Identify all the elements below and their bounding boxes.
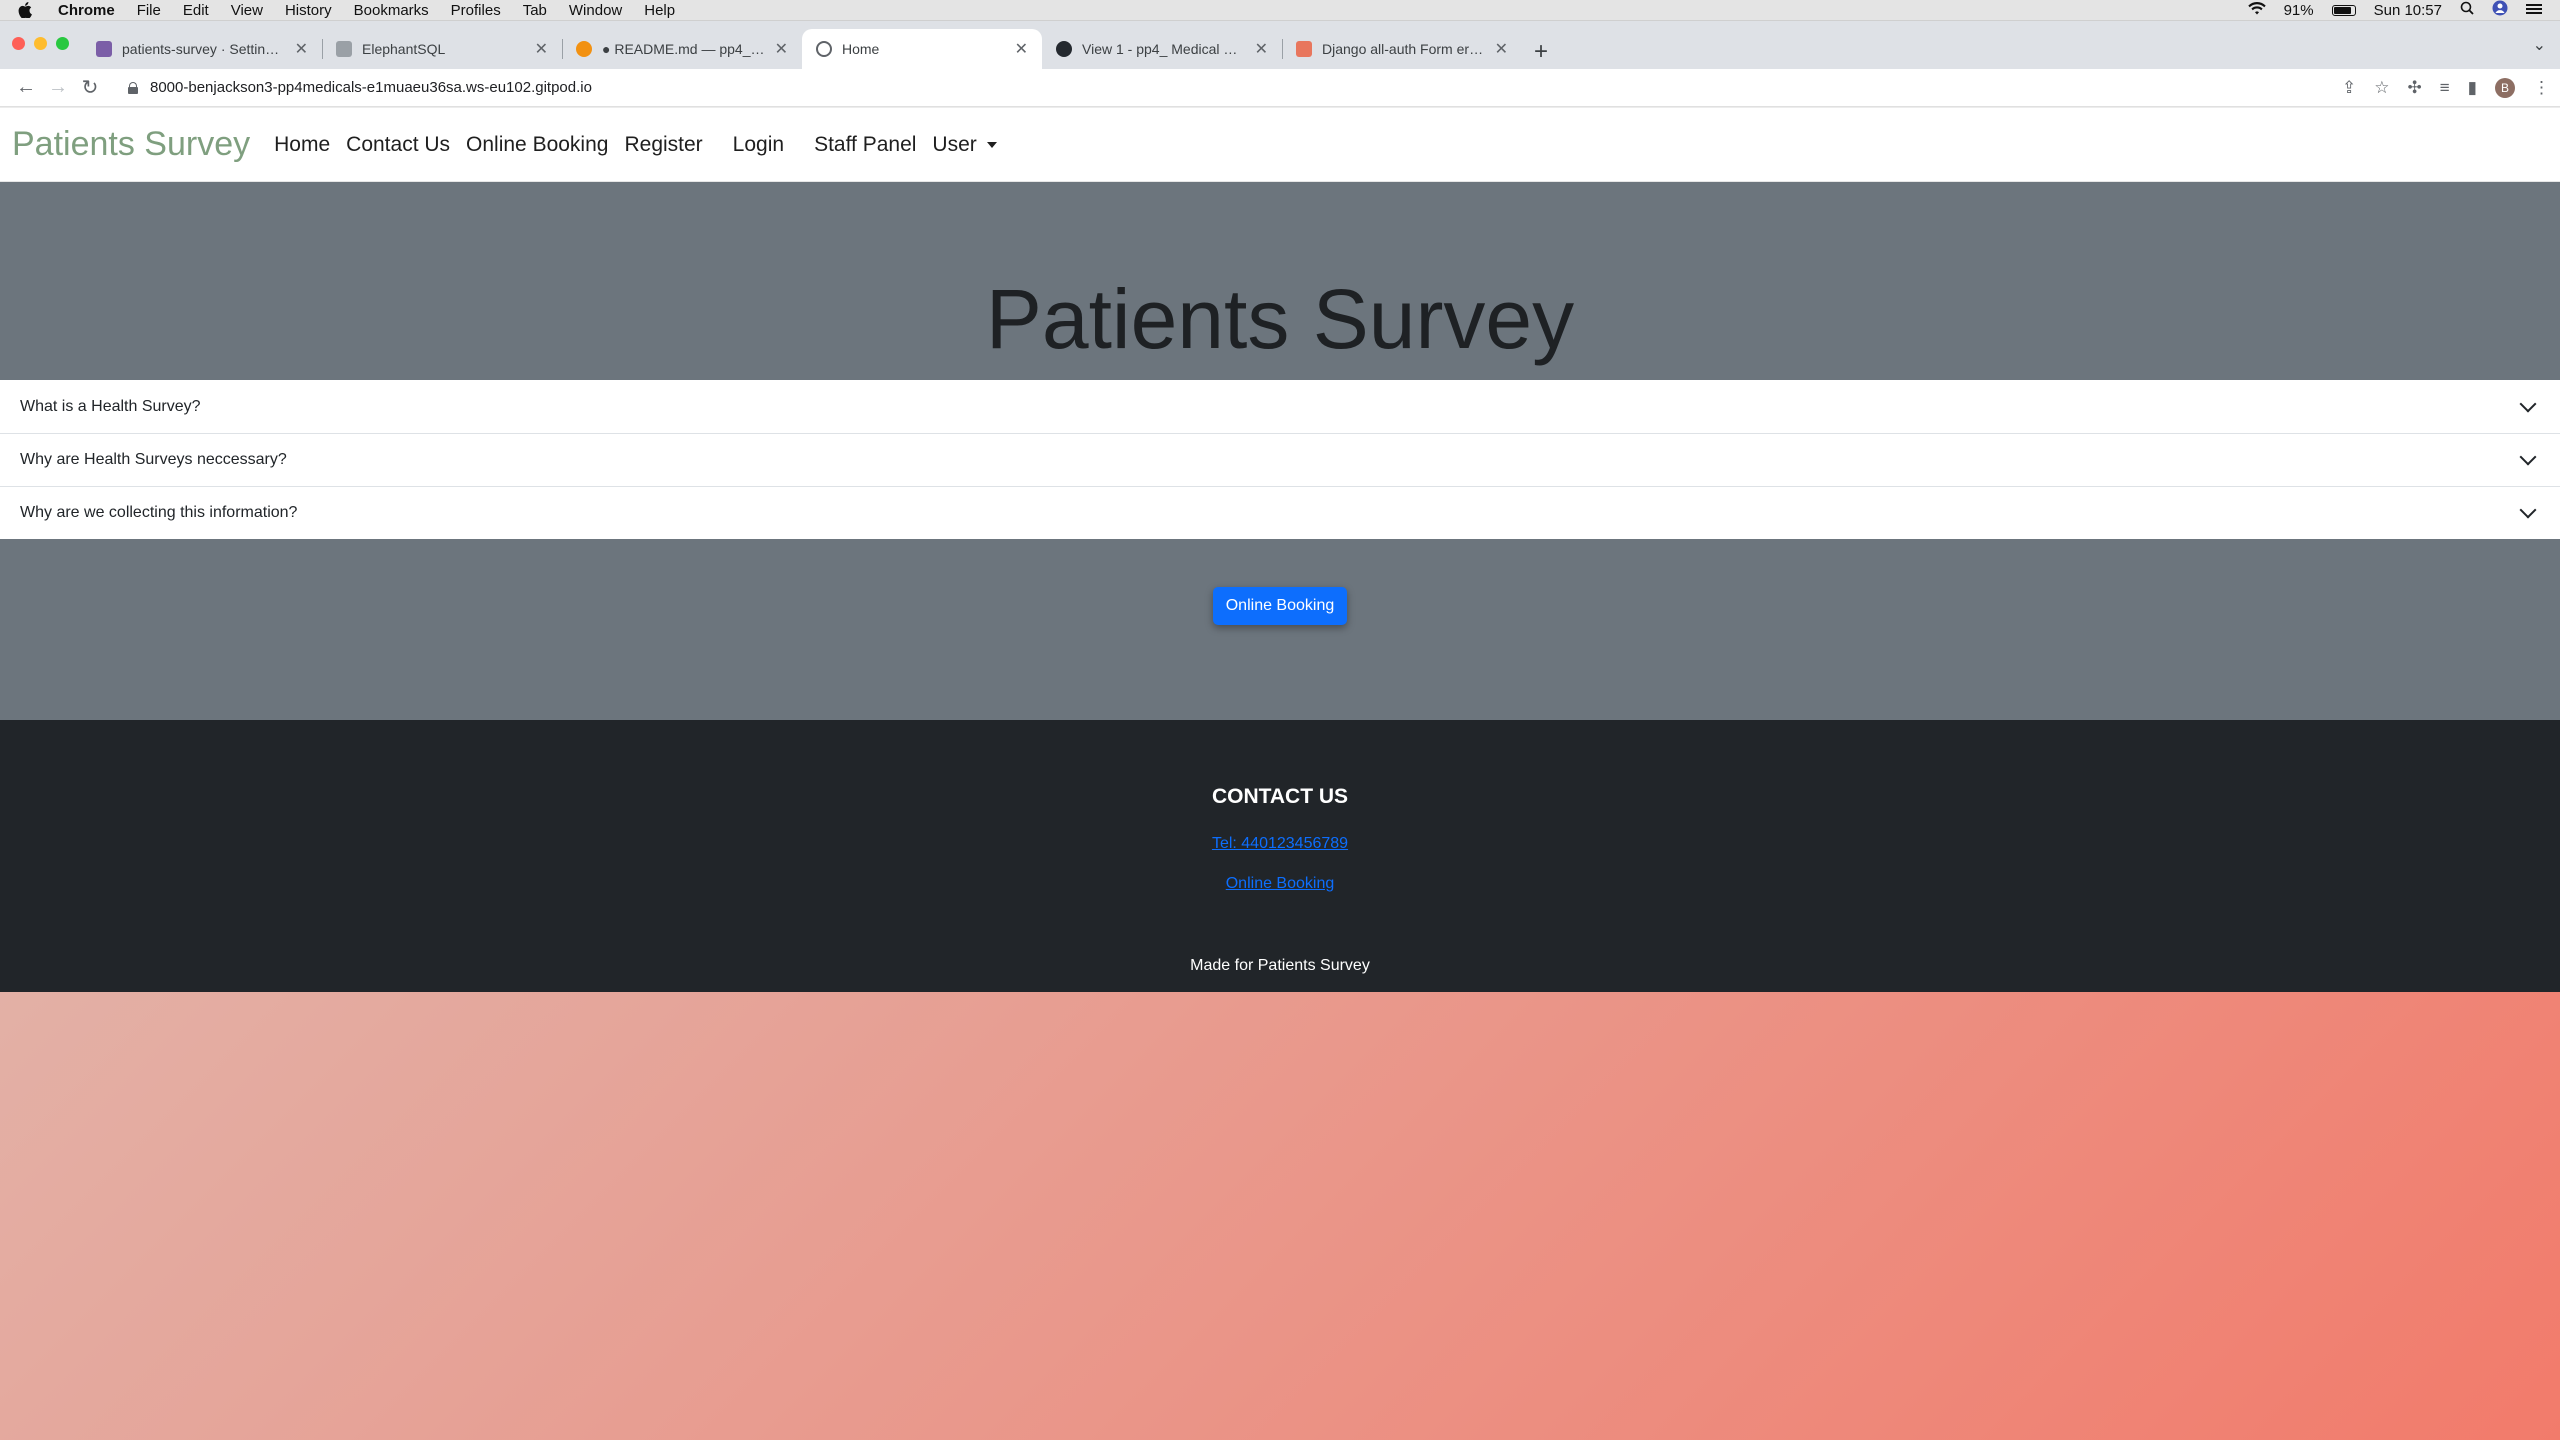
- tab-search-chevron-icon[interactable]: ⌄: [2533, 35, 2546, 55]
- heroku-favicon-icon: [96, 41, 112, 57]
- tab-list: patients-survey · Settings | He ✕ Elepha…: [82, 29, 1548, 69]
- stackoverflow-favicon-icon: [1296, 41, 1312, 57]
- profile-avatar[interactable]: B: [2495, 77, 2515, 98]
- side-panel-icon[interactable]: ▮: [2468, 78, 2477, 98]
- reload-icon[interactable]: ↻: [74, 75, 106, 100]
- online-booking-button[interactable]: Online Booking: [1212, 587, 1348, 625]
- zoom-window-button[interactable]: [56, 37, 69, 50]
- battery-percent: 91%: [2283, 1, 2314, 19]
- tab-title: View 1 - pp4_ Medical Survey: [1082, 41, 1247, 57]
- nav-home[interactable]: Home: [274, 133, 330, 157]
- tab-github[interactable]: View 1 - pp4_ Medical Survey ✕: [1042, 29, 1282, 69]
- faq-accordion: What is a Health Survey? Why are Health …: [0, 380, 2560, 539]
- back-arrow-icon[interactable]: ←: [10, 76, 42, 99]
- menu-file[interactable]: File: [137, 2, 161, 19]
- extensions-puzzle-icon[interactable]: ✣: [2407, 78, 2421, 98]
- forward-arrow-icon[interactable]: →: [42, 76, 74, 99]
- close-tab-icon[interactable]: ✕: [295, 39, 308, 59]
- footer-heading: CONTACT US: [1211, 785, 1349, 808]
- footer-booking-link[interactable]: Online Booking: [1226, 875, 1335, 893]
- tab-title: Home: [842, 41, 880, 57]
- close-tab-icon[interactable]: ✕: [1495, 39, 1508, 59]
- accordion-question: Why are Health Surveys neccessary?: [20, 451, 287, 468]
- clock[interactable]: Sun 10:57: [2374, 2, 2442, 19]
- tab-readme[interactable]: ● README.md — pp4_medica ✕: [562, 29, 802, 69]
- minimize-window-button[interactable]: [34, 37, 47, 50]
- nav-staff-panel[interactable]: Staff Panel: [814, 133, 916, 157]
- bookmark-star-icon[interactable]: ☆: [2374, 78, 2389, 98]
- page-viewport: Patients Survey Home Contact Us Online B…: [0, 108, 2560, 1440]
- caret-down-icon: [986, 141, 997, 148]
- tab-heroku-settings[interactable]: patients-survey · Settings | He ✕: [82, 29, 322, 69]
- accordion-question: What is a Health Survey?: [20, 397, 201, 415]
- tab-home[interactable]: Home ✕: [802, 29, 1042, 69]
- gitpod-favicon-icon: [576, 41, 592, 57]
- close-tab-icon[interactable]: ✕: [1255, 39, 1268, 59]
- chevron-down-icon: [2519, 395, 2537, 412]
- accordion-item-why-collecting[interactable]: Why are we collecting this information?: [0, 486, 2560, 539]
- close-tab-icon[interactable]: ✕: [775, 39, 788, 59]
- spotlight-search-icon[interactable]: [2460, 1, 2474, 19]
- menu-view[interactable]: View: [231, 2, 263, 19]
- lock-icon[interactable]: [128, 81, 138, 94]
- reading-list-icon[interactable]: ≡: [2440, 78, 2450, 98]
- site-footer: CONTACT US Tel: 440123456789 Online Book…: [0, 720, 2560, 992]
- menu-edit[interactable]: Edit: [183, 2, 209, 19]
- address-bar[interactable]: 8000-benjackson3-pp4medicals-e1muaeu36sa…: [116, 72, 2334, 103]
- user-switcher-icon[interactable]: [2492, 0, 2508, 20]
- menu-app-name[interactable]: Chrome: [58, 2, 115, 19]
- site-brand[interactable]: Patients Survey: [12, 125, 250, 164]
- github-favicon-icon: [1056, 41, 1072, 57]
- more-menu-icon[interactable]: ⋮: [2533, 78, 2550, 98]
- tab-title: Django all-auth Form errors no: [1322, 41, 1487, 57]
- globe-icon: [816, 41, 832, 57]
- nav-online-booking[interactable]: Online Booking: [466, 133, 608, 157]
- tab-title: ● README.md — pp4_medica: [602, 41, 767, 57]
- accordion-question: Why are we collecting this information?: [20, 504, 298, 521]
- toolbar-icons: ⇪ ☆ ✣ ≡ ▮ B ⋮: [2342, 77, 2550, 98]
- wifi-icon[interactable]: [2247, 1, 2266, 19]
- nav-register[interactable]: Register: [624, 133, 702, 157]
- footer-phone-link[interactable]: Tel: 440123456789: [1212, 835, 1348, 853]
- tab-elephantsql[interactable]: ElephantSQL ✕: [322, 29, 562, 69]
- user-dropdown-label: User: [932, 132, 977, 156]
- menu-tab[interactable]: Tab: [523, 2, 547, 19]
- new-tab-button[interactable]: +: [1534, 32, 1548, 66]
- tab-title: ElephantSQL: [362, 41, 446, 57]
- accordion-item-what-is[interactable]: What is a Health Survey?: [0, 380, 2560, 433]
- share-icon[interactable]: ⇪: [2342, 78, 2356, 98]
- url-text[interactable]: 8000-benjackson3-pp4medicals-e1muaeu36sa…: [150, 79, 592, 96]
- user-dropdown[interactable]: User: [932, 132, 997, 157]
- menu-profiles[interactable]: Profiles: [451, 2, 501, 19]
- window-controls: [12, 37, 69, 50]
- footer-credit: Made for Patients Survey: [1190, 957, 1370, 974]
- hero-section: Patients Survey: [0, 182, 2560, 380]
- nav-login[interactable]: Login: [733, 133, 784, 157]
- booking-section: Online Booking: [0, 539, 2560, 720]
- accordion-item-why-necessary[interactable]: Why are Health Surveys neccessary?: [0, 433, 2560, 486]
- page-title: Patients Survey: [985, 272, 1575, 366]
- close-tab-icon[interactable]: ✕: [1015, 39, 1028, 59]
- menu-bookmarks[interactable]: Bookmarks: [354, 2, 429, 19]
- battery-icon[interactable]: [2331, 4, 2356, 16]
- apple-icon[interactable]: [18, 2, 32, 19]
- browser-toolbar: ← → ↻ 8000-benjackson3-pp4medicals-e1mua…: [0, 69, 2560, 107]
- chevron-down-icon: [2519, 448, 2537, 466]
- chevron-down-icon: [2519, 501, 2537, 519]
- menu-window[interactable]: Window: [569, 2, 622, 19]
- tab-title: patients-survey · Settings | He: [122, 41, 287, 57]
- control-center-icon[interactable]: [2526, 2, 2542, 19]
- tab-stackoverflow[interactable]: Django all-auth Form errors no ✕: [1282, 29, 1522, 69]
- nav-contact-us[interactable]: Contact Us: [346, 133, 450, 157]
- menu-history[interactable]: History: [285, 2, 332, 19]
- close-window-button[interactable]: [12, 37, 25, 50]
- macos-menu-bar: Chrome File Edit View History Bookmarks …: [0, 0, 2560, 21]
- status-area: 91% Sun 10:57: [2247, 0, 2542, 20]
- elephantsql-favicon-icon: [336, 41, 352, 57]
- site-navbar: Patients Survey Home Contact Us Online B…: [0, 108, 2560, 182]
- menu-help[interactable]: Help: [644, 2, 675, 19]
- browser-tab-strip: patients-survey · Settings | He ✕ Elepha…: [0, 21, 2560, 69]
- close-tab-icon[interactable]: ✕: [535, 39, 548, 59]
